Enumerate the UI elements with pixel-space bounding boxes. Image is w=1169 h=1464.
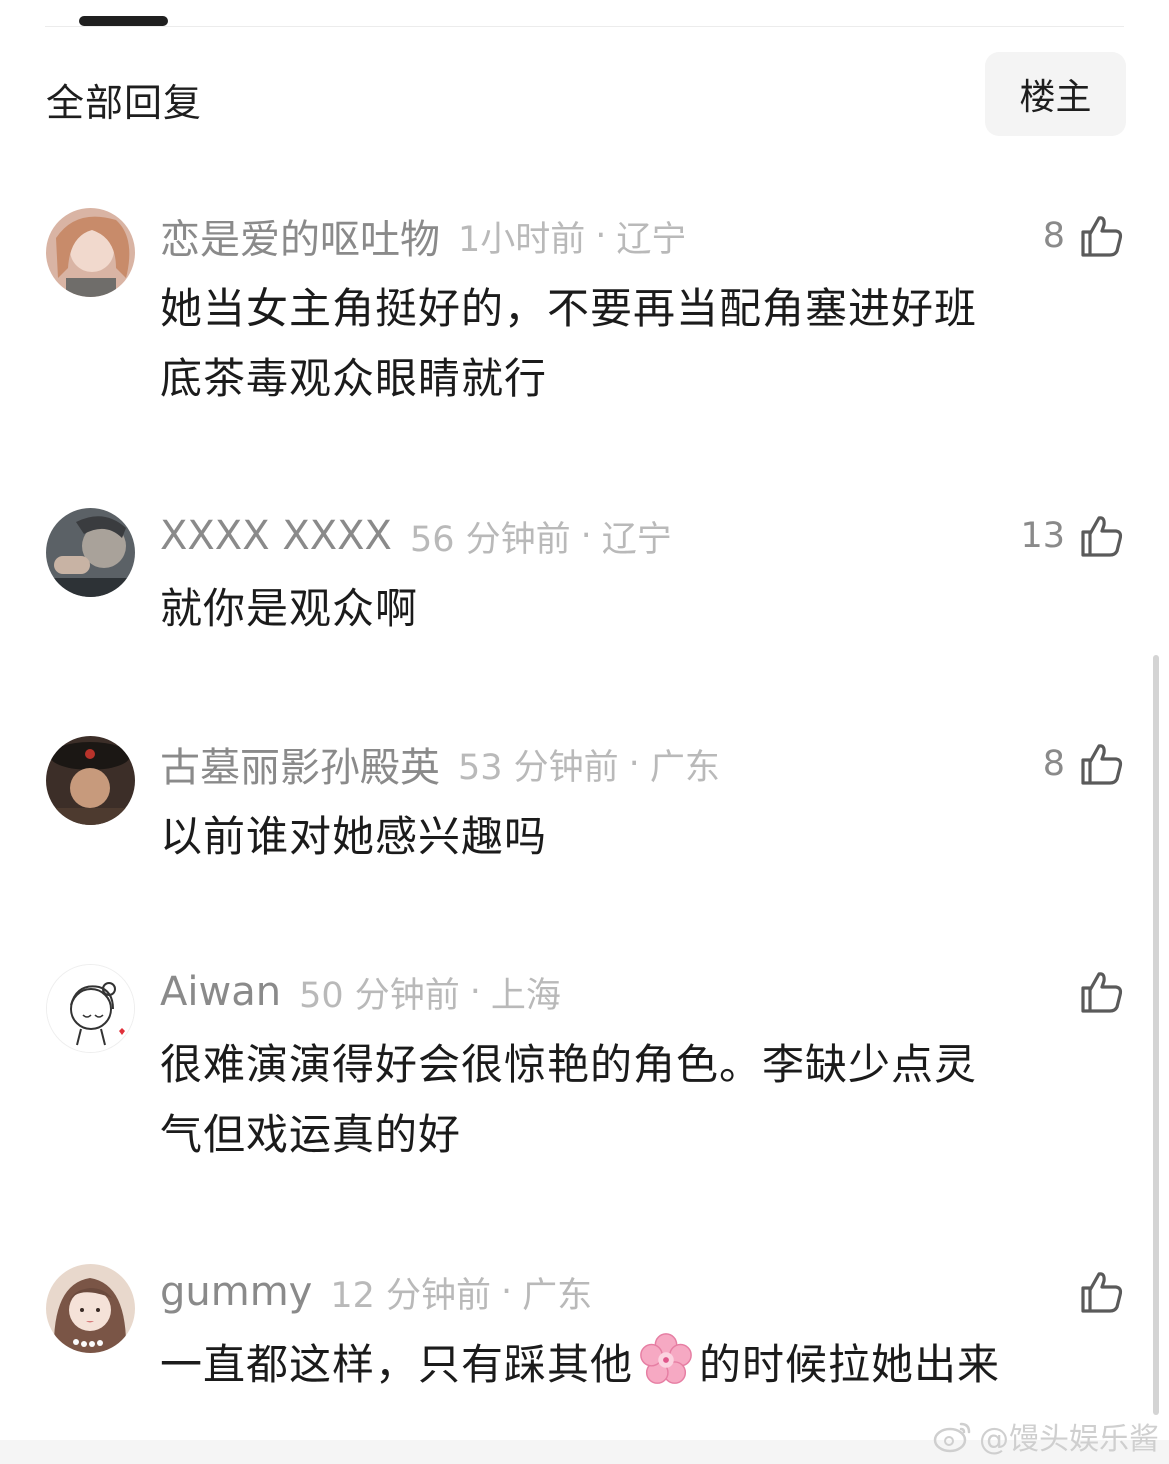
timestamp: 12 分钟前: [330, 1275, 492, 1316]
thumbs-up-icon[interactable]: [1077, 740, 1125, 788]
watermark-text: @馒头娱乐酱: [979, 1422, 1159, 1457]
all-replies-title: 全部回复: [46, 81, 203, 125]
separator-dot: ·: [501, 1272, 513, 1312]
username[interactable]: gummy: [160, 1269, 312, 1315]
thumbs-up-icon[interactable]: [1077, 212, 1125, 260]
thumbs-up-icon[interactable]: [1077, 1268, 1125, 1316]
comment-meta: gummy 12 分钟前 · 广东: [160, 1264, 592, 1320]
replies-header: 全部回复 楼主: [46, 52, 1126, 136]
avatar[interactable]: [46, 736, 135, 825]
comment-text: 以前谁对她感兴趣吗: [160, 802, 1110, 872]
location: 广东: [649, 747, 720, 788]
comment-text: 就你是观众啊: [160, 574, 1110, 644]
comment-text: 很难演演得好会很惊艳的角色。李缺少点灵 气但戏运真的好: [160, 1030, 1110, 1170]
comment-text-after-icon: 的时候拉她出来: [699, 1340, 1001, 1389]
thumbs-up-icon[interactable]: [1077, 512, 1125, 560]
like-button[interactable]: 8: [1043, 208, 1125, 264]
location: 辽宁: [616, 219, 687, 260]
username[interactable]: Aiwan: [160, 969, 281, 1015]
reply-page: 全部回复 楼主 恋是爱的呕吐物 1小时前 · 辽宁 8 她当女主角挺好的，不要再…: [0, 0, 1169, 1464]
cherry-blossom-icon: [637, 1331, 695, 1410]
comment-meta: 恋是爱的呕吐物 1小时前 · 辽宁: [160, 208, 686, 264]
timestamp: 53 分钟前: [458, 747, 619, 788]
divider: [45, 26, 1124, 27]
like-button[interactable]: [1065, 964, 1125, 1020]
like-count: 13: [1020, 516, 1065, 556]
like-button[interactable]: [1065, 1264, 1125, 1320]
like-button[interactable]: 8: [1043, 736, 1125, 792]
timestamp: 56 分钟前: [409, 519, 571, 560]
username[interactable]: XXXX XXXX: [160, 513, 392, 559]
comment-text-before-icon: 一直都这样，只有踩其他: [160, 1340, 634, 1389]
timestamp: 50 分钟前: [299, 975, 460, 1016]
tab-indicator: [79, 16, 168, 26]
location: 上海: [490, 975, 561, 1016]
comment-meta: 古墓丽影孙殿英 53 分钟前 · 广东: [160, 736, 720, 792]
separator-dot: ·: [595, 216, 607, 256]
thumbs-up-icon[interactable]: [1077, 968, 1125, 1016]
like-button[interactable]: 13: [1020, 508, 1125, 564]
comment-meta: Aiwan 50 分钟前 · 上海: [160, 964, 561, 1020]
op-filter-button[interactable]: 楼主: [985, 52, 1126, 136]
comment-line: 以前谁对她感兴趣吗: [160, 812, 548, 861]
username[interactable]: 恋是爱的呕吐物: [160, 207, 440, 265]
location: 辽宁: [601, 519, 672, 560]
avatar[interactable]: [46, 1264, 135, 1353]
comment-line: 就你是观众啊: [160, 584, 419, 633]
scrollbar[interactable]: [1153, 655, 1159, 1415]
comment-text: 她当女主角挺好的，不要再当配角塞进好班 底茶毒观众眼睛就行: [160, 274, 1110, 414]
comment-meta: XXXX XXXX 56 分钟前 · 辽宁: [160, 508, 672, 564]
avatar[interactable]: [46, 208, 135, 297]
avatar[interactable]: [46, 508, 135, 597]
like-count: 8: [1042, 216, 1065, 256]
avatar[interactable]: [46, 964, 135, 1053]
comment-line: 一直都这样，只有踩其他 的时候拉她出来: [160, 1330, 1110, 1410]
comment-line: 气但戏运真的好: [160, 1110, 462, 1159]
like-count: 8: [1042, 744, 1065, 784]
separator-dot: ·: [469, 972, 481, 1012]
separator-dot: ·: [580, 516, 592, 556]
comment-line: 底茶毒观众眼睛就行: [160, 354, 548, 403]
watermark: @馒头娱乐酱: [933, 1414, 1159, 1458]
separator-dot: ·: [628, 744, 640, 784]
comment-text: 一直都这样，只有踩其他 的时候拉她出来: [160, 1330, 1110, 1410]
weibo-logo-icon: [933, 1422, 971, 1453]
username[interactable]: 古墓丽影孙殿英: [160, 735, 440, 793]
comment-line: 很难演演得好会很惊艳的角色。李缺少点灵: [160, 1040, 978, 1089]
location: 广东: [522, 1275, 593, 1316]
comment-line: 她当女主角挺好的，不要再当配角塞进好班: [160, 284, 978, 333]
timestamp: 1小时前: [458, 219, 586, 260]
